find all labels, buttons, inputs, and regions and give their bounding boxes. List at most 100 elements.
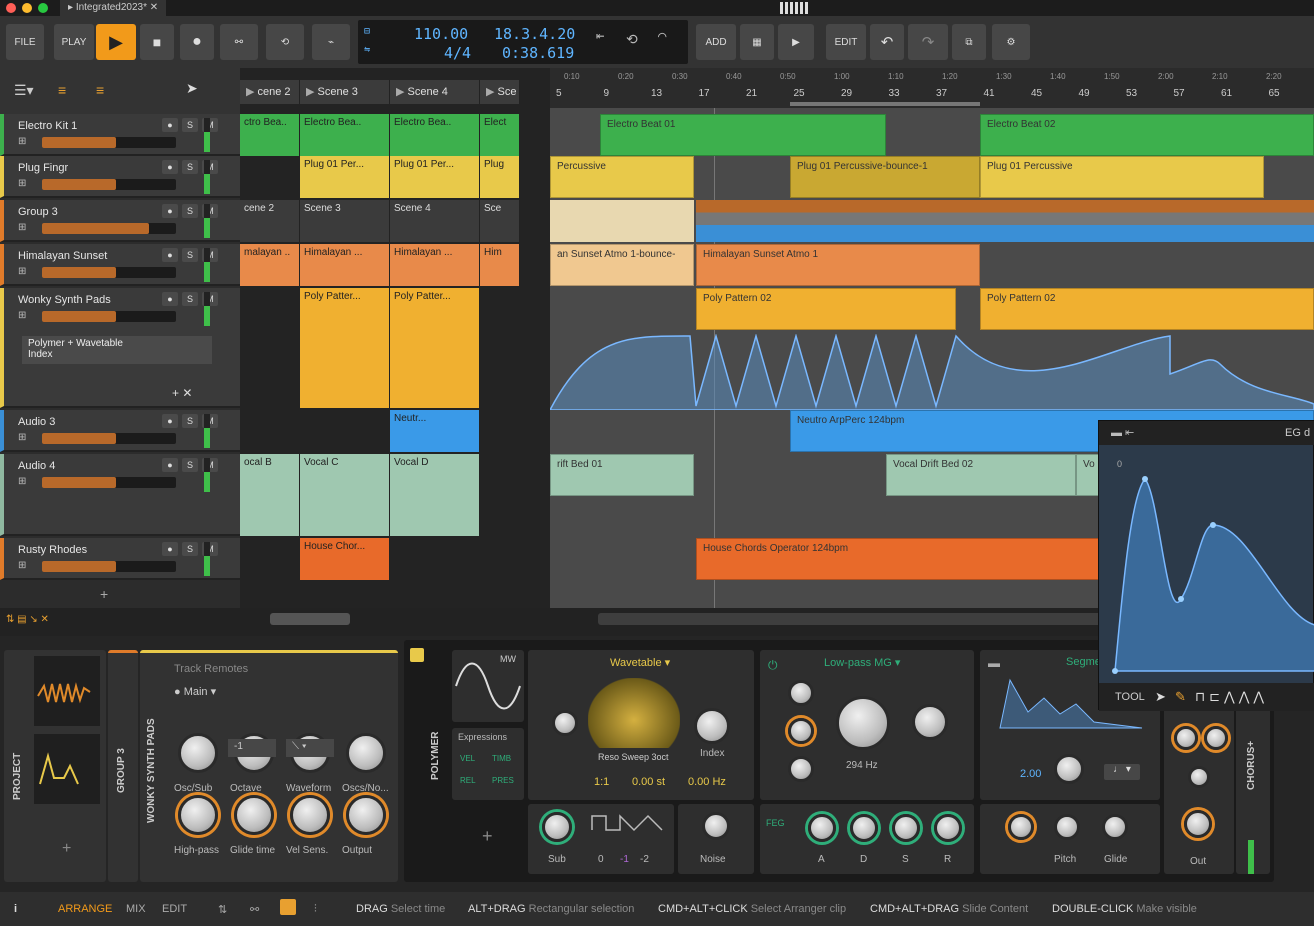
filter-mod-knob-3[interactable] (788, 756, 814, 782)
arrange-view-button[interactable]: ARRANGE (58, 903, 112, 915)
wavetable-3d-view[interactable] (588, 678, 680, 748)
adsr-knob[interactable] (850, 814, 878, 842)
loop-icon[interactable]: ⟲ (626, 32, 638, 48)
automation-write-button[interactable]: ⚯ (220, 24, 258, 60)
sub-oct-0[interactable]: 0 (598, 854, 604, 865)
launcher-clip[interactable]: malayan .. (240, 244, 300, 286)
waveform-selector[interactable]: ⟍ ▾ (286, 739, 334, 757)
arranger-clip[interactable]: Plug 01 Percussive-bounce-1 (790, 156, 980, 198)
track-monitor-icon[interactable]: ● (162, 248, 178, 262)
index-knob[interactable] (694, 708, 730, 744)
adsr-knob[interactable] (892, 814, 920, 842)
mix-view-button[interactable]: MIX (126, 903, 146, 915)
filter-mod-knob-1[interactable] (788, 680, 814, 706)
track-row[interactable]: Group 3 ● S M ⊞ (0, 200, 240, 242)
arranger-clip[interactable]: rift Bed 01 (550, 454, 694, 496)
octave-selector[interactable]: -1 (228, 739, 276, 757)
launcher-clip[interactable]: Sce (480, 200, 520, 242)
maximize-window-button[interactable] (38, 3, 48, 13)
scene-slot[interactable]: ▶ Scene 3 (300, 80, 390, 104)
minimize-window-button[interactable] (22, 3, 32, 13)
pitch-knob[interactable] (1054, 814, 1080, 840)
arranger-clip[interactable]: Poly Pattern 02 (980, 288, 1314, 330)
sub-oct-1[interactable]: -1 (620, 854, 629, 865)
solo-button[interactable]: S (182, 542, 198, 556)
save-button[interactable]: ▦ (740, 24, 774, 60)
arranger-clip[interactable]: Electro Beat 01 (600, 114, 886, 156)
track-monitor-icon[interactable]: ● (162, 292, 178, 306)
stop-button[interactable]: ■ (140, 24, 174, 60)
track-row[interactable]: Audio 3 ● S M ⊞ (0, 410, 240, 452)
document-tab[interactable]: ▸ Integrated2023* ✕ (60, 0, 167, 16)
launcher-clip[interactable]: Poly Patter... (390, 288, 480, 408)
out-level-knob[interactable] (1184, 810, 1212, 838)
position-time[interactable]: 0:38.619 (502, 44, 574, 62)
scene-play-icon[interactable]: ▶ (486, 86, 498, 98)
launcher-clip[interactable]: Scene 4 (390, 200, 480, 242)
layout-icon-2[interactable]: ≡ (96, 82, 104, 98)
arranger-clip[interactable]: Plug 01 Percussive (980, 156, 1264, 198)
remote-knob[interactable] (290, 795, 330, 835)
position-bars[interactable]: 18.3.4.20 (494, 25, 575, 43)
close-window-button[interactable] (6, 3, 16, 13)
wt-mod-knob[interactable] (552, 710, 578, 736)
track-volume-fader[interactable] (42, 267, 176, 278)
add-device-icon[interactable]: + ✕ (172, 386, 192, 400)
ratio-value[interactable]: 1:1 (594, 776, 609, 788)
scene-play-icon[interactable]: ▶ (396, 86, 408, 98)
segments-value[interactable]: 2.00 (1020, 768, 1041, 780)
out-mod-knob-2[interactable] (1204, 726, 1228, 750)
launcher-clip[interactable]: House Chor... (300, 538, 390, 580)
project-lfo-thumb[interactable] (34, 656, 100, 726)
automation-lane[interactable] (550, 334, 1314, 410)
eg-point-3[interactable] (1178, 596, 1184, 602)
resonance-knob[interactable] (912, 704, 948, 740)
wavetable-title[interactable]: Wavetable ▾ (610, 656, 670, 669)
track-volume-fader[interactable] (42, 137, 176, 148)
solo-button[interactable]: S (182, 204, 198, 218)
pointer-tool-icon[interactable]: ➤ (186, 80, 198, 97)
record-button[interactable]: ● (180, 24, 214, 60)
scene-play-icon[interactable]: ▶ (306, 86, 318, 98)
track-volume-fader[interactable] (42, 561, 176, 572)
tempo-nudge-icon[interactable]: ⇋ (364, 44, 370, 55)
launcher-clip[interactable]: Plug (480, 156, 520, 198)
scene-play-icon[interactable]: ▶ (246, 86, 258, 98)
mw-mod-panel[interactable]: MW (452, 650, 524, 722)
scene-slot[interactable]: ▶ Sce (480, 80, 520, 104)
device-chain-selector[interactable]: Polymer + Wavetable Index (22, 336, 212, 364)
add-track-icon[interactable]: + (100, 586, 108, 602)
track-monitor-icon[interactable]: ● (162, 118, 178, 132)
add-button[interactable]: ADD (696, 24, 736, 60)
track-monitor-icon[interactable]: ● (162, 160, 178, 174)
noise-knob[interactable] (702, 812, 730, 840)
track-row[interactable]: Rusty Rhodes ● S M ⊞ (0, 538, 240, 580)
launcher-clip[interactable]: cene 2 (240, 200, 300, 242)
launcher-clip[interactable]: Himalayan ... (300, 244, 390, 286)
eg-point-1[interactable] (1112, 668, 1118, 674)
glide-knob[interactable] (1102, 814, 1128, 840)
track-row[interactable]: Electro Kit 1 ● S M ⊞ (0, 114, 240, 156)
launcher-clip[interactable]: Elect (480, 114, 520, 156)
pointer-icon[interactable]: ➤ (1155, 689, 1166, 705)
arranger-clip[interactable]: Percussive (550, 156, 694, 198)
launcher-clip[interactable]: Vocal C (300, 454, 390, 536)
filter-power-icon[interactable]: ⏻ (768, 658, 778, 673)
inspector-icon[interactable] (280, 899, 296, 915)
launcher-scrollbar[interactable] (270, 613, 350, 625)
link-icon[interactable]: ⚯ (250, 903, 259, 916)
track-volume-fader[interactable] (42, 179, 176, 190)
launcher-clip[interactable]: Him (480, 244, 520, 286)
tab-close-icon[interactable]: ✕ (147, 2, 158, 13)
eg-point-2[interactable] (1142, 476, 1148, 482)
eg-curve-editor[interactable] (1109, 465, 1314, 675)
project-env-thumb[interactable] (34, 734, 100, 804)
track-monitor-icon[interactable]: ● (162, 414, 178, 428)
eg-shape[interactable] (1114, 477, 1314, 672)
chain-close-icon[interactable] (200, 338, 214, 352)
track-row[interactable]: Plug Fingr ● S M ⊞ (0, 156, 240, 198)
track-volume-fader[interactable] (42, 311, 176, 322)
filter-type-selector[interactable]: Low-pass MG ▾ (824, 656, 900, 669)
cutoff-knob[interactable] (836, 696, 890, 750)
solo-button[interactable]: S (182, 458, 198, 472)
